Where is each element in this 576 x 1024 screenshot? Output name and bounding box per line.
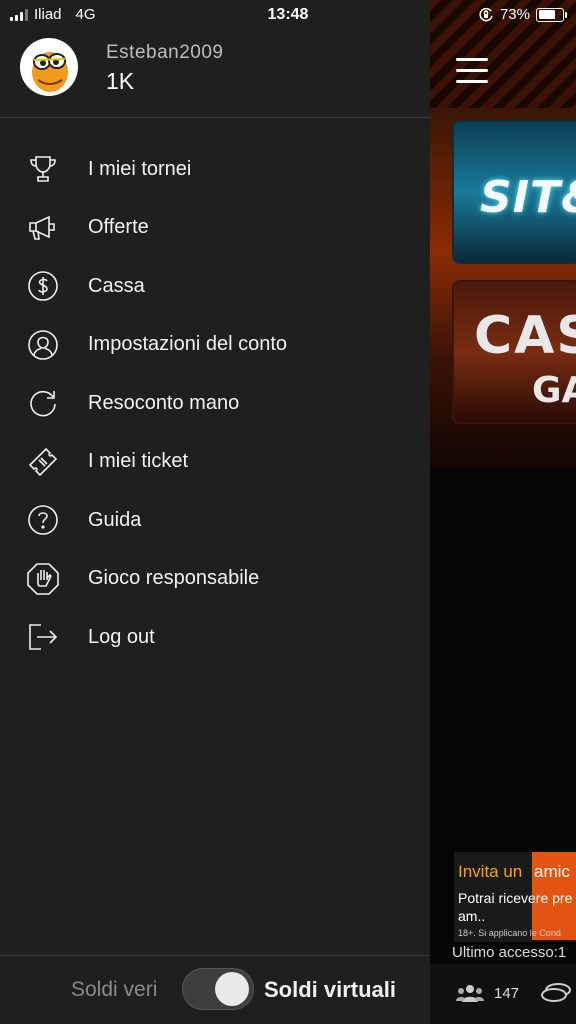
battery-icon	[536, 7, 567, 22]
menu-item-resoconto[interactable]: Resoconto mano	[0, 374, 430, 433]
menu-item-cassa[interactable]: Cassa	[0, 257, 430, 316]
background-app: SIT& CAS GA Invita un amic Potrai riceve…	[430, 0, 576, 1024]
battery-percent: 73%	[499, 6, 530, 23]
menu-item-label: Cassa	[88, 274, 145, 297]
invite-title: Invita un	[458, 862, 523, 881]
ticket-icon	[24, 443, 62, 481]
menu-item-ticket[interactable]: I miei ticket	[0, 433, 430, 492]
trophy-icon	[24, 150, 62, 188]
cash-game-banner[interactable]: CAS GA	[452, 280, 576, 424]
real-money-label[interactable]: Soldi veri	[71, 978, 157, 1002]
sit-and-go-banner[interactable]: SIT&	[452, 120, 576, 264]
players-count: 147	[494, 984, 520, 1002]
last-access-text: Ultimo accesso:1	[452, 944, 567, 961]
menu-item-offerte[interactable]: Offerte	[0, 199, 430, 258]
background-bottom-bar: 147	[430, 964, 576, 1024]
sit-and-go-banner-text: SIT&	[480, 172, 576, 223]
money-mode-footer: Soldi veri Soldi virtuali	[0, 955, 430, 1024]
balance: 1K	[106, 68, 135, 94]
user-circle-icon	[24, 326, 62, 364]
status-bar: Iliad 4G 13:48 73%	[0, 0, 576, 30]
money-mode-toggle[interactable]	[182, 968, 254, 1010]
help-circle-icon	[24, 501, 62, 539]
invite-legal: 18+. Si applicano le Cond	[458, 928, 561, 938]
menu-item-label: Log out	[88, 625, 155, 648]
virtual-money-label[interactable]: Soldi virtuali	[264, 977, 396, 1003]
refresh-icon	[24, 384, 62, 422]
menu-item-gioco-responsabile[interactable]: Gioco responsabile	[0, 550, 430, 609]
menu-item-label: I miei ticket	[88, 450, 189, 473]
cash-game-banner-subtext: GA	[532, 370, 576, 411]
menu-item-impostazioni[interactable]: Impostazioni del conto	[0, 316, 430, 375]
users-icon	[456, 985, 484, 1002]
stop-hand-icon	[24, 560, 62, 598]
orientation-lock-icon	[479, 7, 493, 21]
chips-icon[interactable]	[540, 982, 572, 1009]
toggle-knob	[215, 972, 249, 1006]
menu-item-guida[interactable]: Guida	[0, 491, 430, 550]
menu-item-label: Guida	[88, 508, 142, 531]
logout-icon	[24, 618, 62, 656]
hamburger-menu-icon[interactable]	[456, 58, 488, 84]
menu-item-label: I miei tornei	[88, 157, 192, 180]
invite-body: Potrai ricevere pre i tuoi am..	[458, 890, 576, 924]
cash-game-banner-text: CAS	[474, 306, 576, 366]
menu-item-logout[interactable]: Log out	[0, 608, 430, 667]
avatar[interactable]	[20, 38, 78, 96]
menu-item-tornei[interactable]: I miei tornei	[0, 140, 430, 199]
megaphone-icon	[24, 209, 62, 247]
menu-item-label: Gioco responsabile	[88, 567, 260, 590]
menu-item-label: Resoconto mano	[88, 391, 240, 414]
drawer-menu: I miei tornei Offerte Cassa Impostazioni…	[0, 140, 430, 667]
username: Esteban2009	[106, 42, 224, 63]
invite-friend-card[interactable]: Invita un amic Potrai ricevere pre i tuo…	[454, 852, 576, 942]
menu-item-label: Offerte	[88, 216, 149, 239]
status-bar-right: 73%	[478, 6, 567, 23]
side-drawer: Esteban2009 1K I miei tornei Offerte Cas…	[0, 0, 430, 1024]
invite-title-highlight: amic	[534, 862, 570, 881]
menu-item-label: Impostazioni del conto	[88, 333, 288, 356]
dollar-circle-icon	[24, 267, 62, 305]
players-online: 147	[456, 984, 519, 1002]
